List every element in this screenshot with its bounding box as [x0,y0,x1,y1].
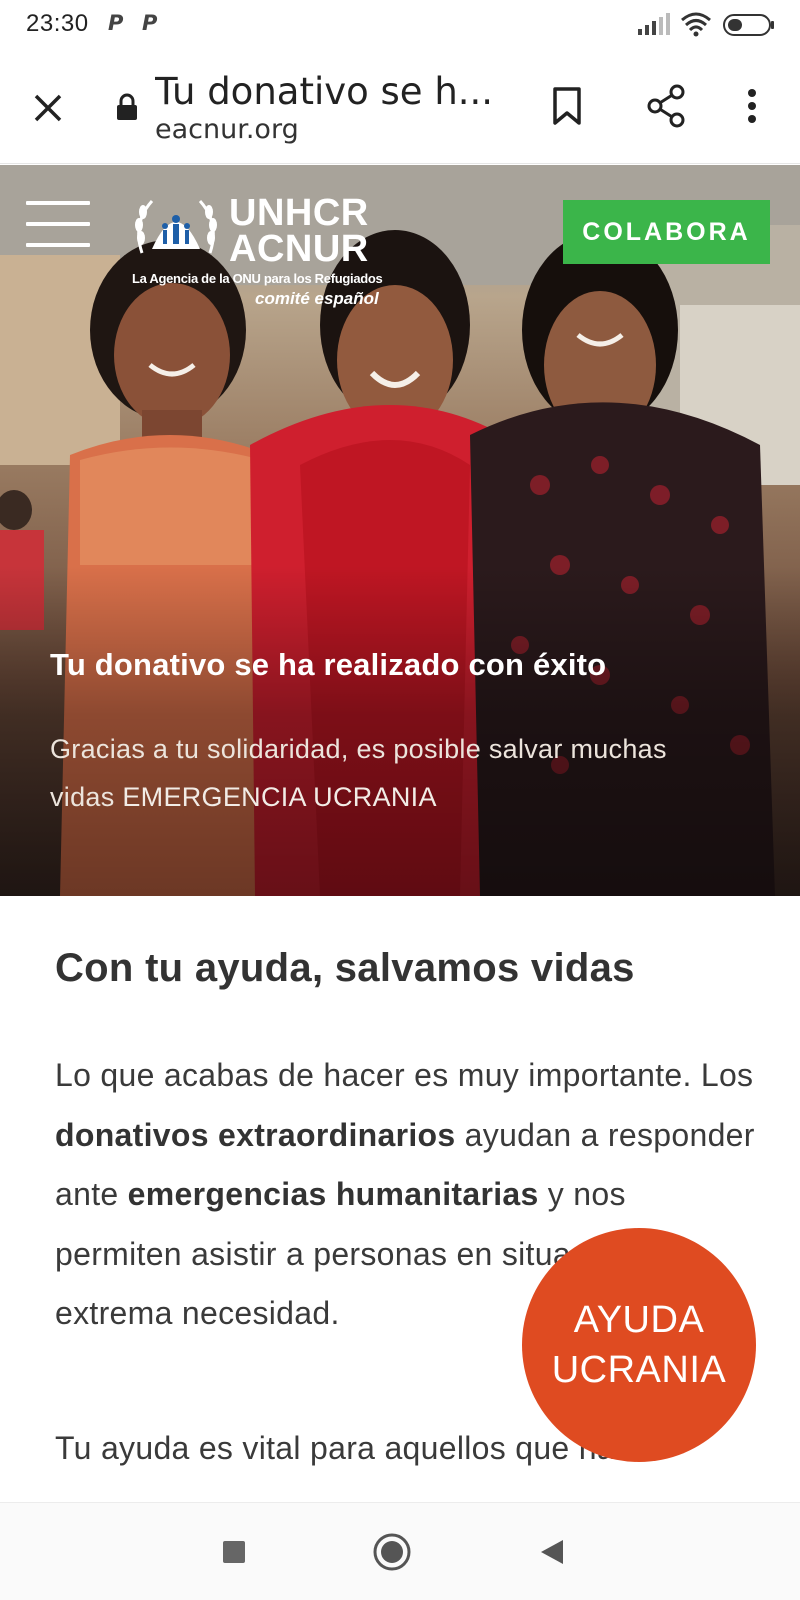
wifi-icon [681,12,711,37]
ayuda-ucrania-button[interactable]: AYUDA UCRANIA [522,1228,756,1462]
hamburger-menu-icon[interactable] [26,201,90,249]
hero-title: Tu donativo se ha realizado con éxito [50,647,607,682]
paragraph-bold-text: donativos extraordinarios [55,1116,456,1153]
section-heading: Con tu ayuda, salvamos vidas [55,946,635,990]
badge-line-1: AYUDA [573,1299,705,1341]
system-nav-bar [0,1502,800,1600]
more-vert-icon[interactable] [728,80,776,132]
status-time: 23:30 [26,10,89,37]
logo-tagline: La Agencia de la ONU para los Refugiados [132,271,383,286]
back-triangle-icon[interactable] [527,1527,577,1577]
logo-acnur-text: ACNUR [229,228,369,270]
hero-subtitle: Gracias a tu solidaridad, es posible sal… [50,725,710,821]
paragraph-bold-text: emergencias humanitarias [127,1176,539,1212]
share-icon[interactable] [640,80,692,132]
page-title[interactable]: Tu donativo se h... [155,70,505,113]
page-url[interactable]: eacnur.org [155,114,299,145]
recents-square-icon[interactable] [209,1527,259,1577]
badge-line-2: UCRANIA [551,1349,727,1391]
paragraph-text: Lo que acabas de hacer es muy importante… [55,1057,754,1093]
hero-subtitle-emergency: EMERGENCIA UCRANIA [122,782,437,812]
paypal-notification-icon: P [108,11,124,35]
signal-icon [638,13,670,35]
unhcr-logo[interactable]: UNHCR ACNUR La Agencia de la ONU para lo… [132,192,383,313]
close-icon[interactable] [22,82,74,134]
logo-committee: comité español [255,289,379,308]
browser-toolbar: Tu donativo se h... eacnur.org [0,52,800,164]
logo-unhcr-text: UNHCR [229,192,369,234]
lock-icon [114,92,140,122]
battery-icon [723,14,774,36]
hero-banner: UNHCR ACNUR La Agencia de la ONU para lo… [0,165,800,896]
paypal-notification-icon: P [142,11,158,35]
home-circle-icon[interactable] [367,1527,417,1577]
status-bar: 23:30 P P [0,0,800,52]
unhcr-emblem-icon [135,199,217,254]
colabora-button[interactable]: COLABORA [563,200,770,264]
bookmark-icon[interactable] [543,80,591,132]
